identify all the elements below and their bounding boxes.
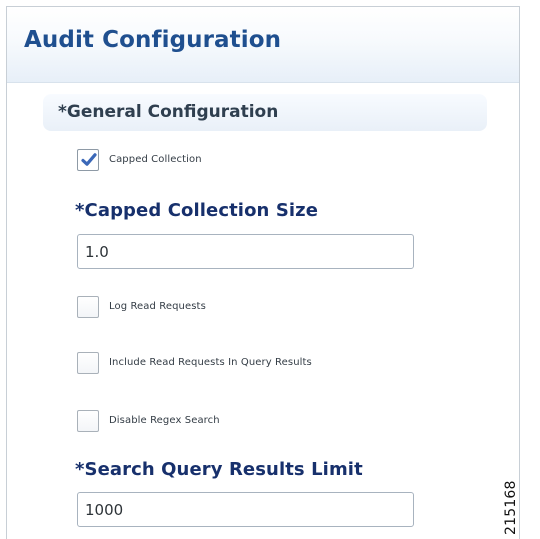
disable-regex-search-row: Disable Regex Search — [77, 410, 220, 432]
capped-collection-size-input[interactable] — [77, 234, 414, 269]
log-read-requests-checkbox[interactable] — [77, 296, 99, 318]
capped-collection-row: Capped Collection — [77, 149, 202, 171]
capped-collection-size-label: *Capped Collection Size — [75, 200, 319, 221]
panel-header: Audit Configuration — [7, 7, 519, 83]
search-query-results-limit-label: *Search Query Results Limit — [75, 459, 363, 480]
page-title: Audit Configuration — [24, 27, 282, 53]
section-title: *General Configuration — [58, 102, 279, 122]
disable-regex-search-checkbox[interactable] — [77, 410, 99, 432]
capped-collection-checkbox[interactable] — [77, 149, 99, 171]
log-read-requests-row: Log Read Requests — [77, 296, 206, 318]
checkmark-icon — [81, 153, 97, 166]
screenshot-frame: Audit Configuration *General Configurati… — [0, 0, 540, 539]
include-read-requests-checkbox[interactable] — [77, 352, 99, 374]
audit-configuration-panel: Audit Configuration *General Configurati… — [6, 6, 520, 539]
include-read-requests-row: Include Read Requests In Query Results — [77, 352, 312, 374]
disable-regex-search-label: Disable Regex Search — [109, 415, 220, 426]
capped-collection-label: Capped Collection — [109, 154, 202, 165]
include-read-requests-label: Include Read Requests In Query Results — [109, 357, 312, 368]
search-query-results-limit-input[interactable] — [77, 492, 414, 527]
general-configuration-section-header: *General Configuration — [43, 94, 487, 131]
log-read-requests-label: Log Read Requests — [109, 301, 206, 312]
figure-id: 215168 — [503, 480, 519, 535]
